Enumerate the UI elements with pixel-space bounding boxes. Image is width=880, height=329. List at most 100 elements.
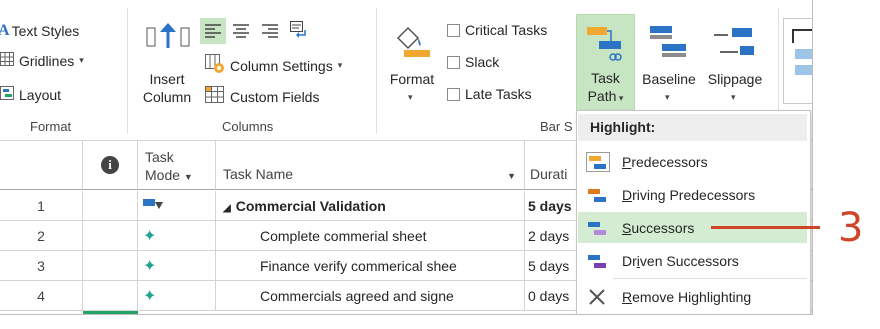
task-mode-header[interactable]: Task Mode ▼ [138, 140, 216, 190]
collapse-triangle-icon[interactable]: ◢ [223, 203, 231, 214]
menu-header: Highlight: [578, 114, 807, 141]
task-name-cell[interactable]: ◢ Commercial Validation [216, 191, 525, 221]
callout-number: 3 [838, 205, 864, 251]
task-path-label-2: Path [587, 88, 617, 104]
driven-successors-icon [586, 251, 610, 271]
gridlines-icon [0, 52, 14, 69]
format-bar-button[interactable]: Format ▾ [384, 18, 440, 110]
bar-styles-group-label: Bar S [540, 119, 573, 134]
gridlines-button[interactable]: Gridlines ▾ [0, 52, 84, 69]
column-settings-label: Column Settings [230, 57, 333, 74]
row-number[interactable]: 4 [0, 281, 83, 311]
custom-fields-icon [205, 86, 225, 107]
select-all-corner[interactable] [0, 140, 83, 190]
task-mode-header-line1: Task [145, 149, 174, 165]
menu-item-label: Remove Highlighting [622, 288, 752, 305]
layout-button[interactable]: Layout [0, 86, 61, 103]
successors-icon [586, 218, 610, 238]
task-mode-cell[interactable]: ✦ [138, 281, 216, 311]
chevron-down-icon: ▾ [665, 92, 670, 102]
driving-predecessors-icon [586, 185, 610, 205]
baseline-label: Baseline [642, 71, 696, 87]
task-name-cell[interactable]: Finance verify commerical shee [216, 251, 525, 281]
auto-scheduled-icon [143, 198, 163, 214]
text-styles-label: Text Styles [11, 23, 80, 39]
critical-tasks-checkbox[interactable]: Critical Tasks [447, 22, 547, 38]
row-number[interactable]: 1 [0, 191, 83, 221]
layout-label: Layout [19, 86, 62, 103]
task-name-header-label: Task Name [223, 166, 294, 182]
column-settings-button[interactable]: Column Settings ▾ [205, 54, 342, 77]
group-divider [376, 8, 377, 134]
indicator-cell [83, 281, 138, 311]
insert-column-icon [146, 22, 190, 51]
project-window: A Text Styles Gridlines ▾ Layout Format … [0, 0, 813, 315]
menu-item-label: Driven Successors [622, 252, 739, 269]
align-center-button[interactable] [233, 23, 249, 42]
late-tasks-checkbox[interactable]: Late Tasks [447, 86, 532, 102]
chevron-down-icon: ▼ [183, 172, 193, 182]
column-settings-icon [205, 54, 225, 77]
callout-line [711, 226, 820, 229]
gantt-style-gallery[interactable] [783, 18, 812, 104]
task-path-label-1: Task [591, 70, 620, 86]
gantt-style-icon [792, 29, 812, 82]
task-mode-cell[interactable] [138, 191, 216, 221]
columns-group-label: Columns [222, 119, 274, 134]
layout-icon [0, 86, 14, 103]
slippage-label: Slippage [707, 71, 763, 87]
wrap-text-button[interactable] [290, 21, 308, 42]
custom-fields-button[interactable]: Custom Fields [205, 86, 319, 107]
align-right-icon [262, 24, 278, 42]
checkbox-box [447, 55, 460, 69]
menu-item-remove-highlighting[interactable]: Remove Highlighting [578, 281, 807, 312]
task-name-header[interactable]: Task Name ▼ [216, 140, 525, 190]
indicator-cell [83, 191, 138, 221]
indicator-cell [83, 251, 138, 281]
align-center-icon [233, 24, 249, 42]
group-divider [127, 8, 128, 134]
row-number[interactable]: 2 [0, 221, 83, 251]
duration-header-label: Durati [530, 166, 568, 182]
align-left-button[interactable] [200, 18, 226, 44]
checkbox-box [447, 23, 460, 37]
late-tasks-label: Late Tasks [465, 86, 532, 102]
active-cell-marker [83, 311, 138, 314]
align-right-button[interactable] [262, 23, 278, 42]
task-name-text: Commercial Validation [235, 198, 386, 214]
custom-fields-label: Custom Fields [230, 88, 320, 105]
row-number[interactable]: 3 [0, 251, 83, 281]
chevron-down-icon: ▾ [337, 60, 343, 70]
task-path-button[interactable]: Task Path ▾ [576, 14, 635, 112]
indicators-header[interactable]: i [83, 140, 138, 190]
wrap-text-icon [290, 21, 308, 42]
critical-tasks-label: Critical Tasks [465, 22, 548, 38]
task-mode-cell[interactable]: ✦ [138, 221, 216, 251]
menu-item-predecessors[interactable]: Predecessors [578, 146, 807, 177]
align-left-icon [205, 23, 221, 42]
close-icon [586, 287, 610, 307]
menu-item-driven-successors[interactable]: Driven Successors [578, 245, 807, 276]
insert-column-label-1: Insert [149, 71, 185, 87]
task-path-icon [587, 21, 625, 64]
text-styles-icon: A [0, 22, 10, 40]
menu-item-label: Driving Predecessors [622, 186, 756, 203]
insert-column-button[interactable]: Insert Column [141, 16, 193, 120]
info-icon: i [101, 156, 119, 174]
manual-schedule-pin-icon: ✦ [143, 228, 157, 245]
task-mode-cell[interactable]: ✦ [138, 251, 216, 281]
chevron-down-icon: ▾ [79, 55, 84, 65]
indicator-cell [83, 221, 138, 251]
slippage-button[interactable]: Slippage ▾ [702, 18, 768, 110]
menu-item-label: Successors [622, 219, 695, 236]
chevron-down-icon: ▾ [731, 92, 736, 102]
insert-column-label-2: Column [142, 89, 192, 105]
chevron-down-icon: ▾ [616, 93, 624, 103]
menu-separator [613, 278, 807, 279]
slack-checkbox[interactable]: Slack [447, 54, 499, 70]
text-styles-button[interactable]: A Text Styles [0, 22, 79, 40]
baseline-button[interactable]: Baseline ▾ [636, 18, 702, 110]
task-name-cell[interactable]: Complete commerial sheet [216, 221, 525, 251]
task-name-cell[interactable]: Commercials agreed and signe [216, 281, 525, 311]
menu-item-driving-predecessors[interactable]: Driving Predecessors [578, 179, 807, 210]
